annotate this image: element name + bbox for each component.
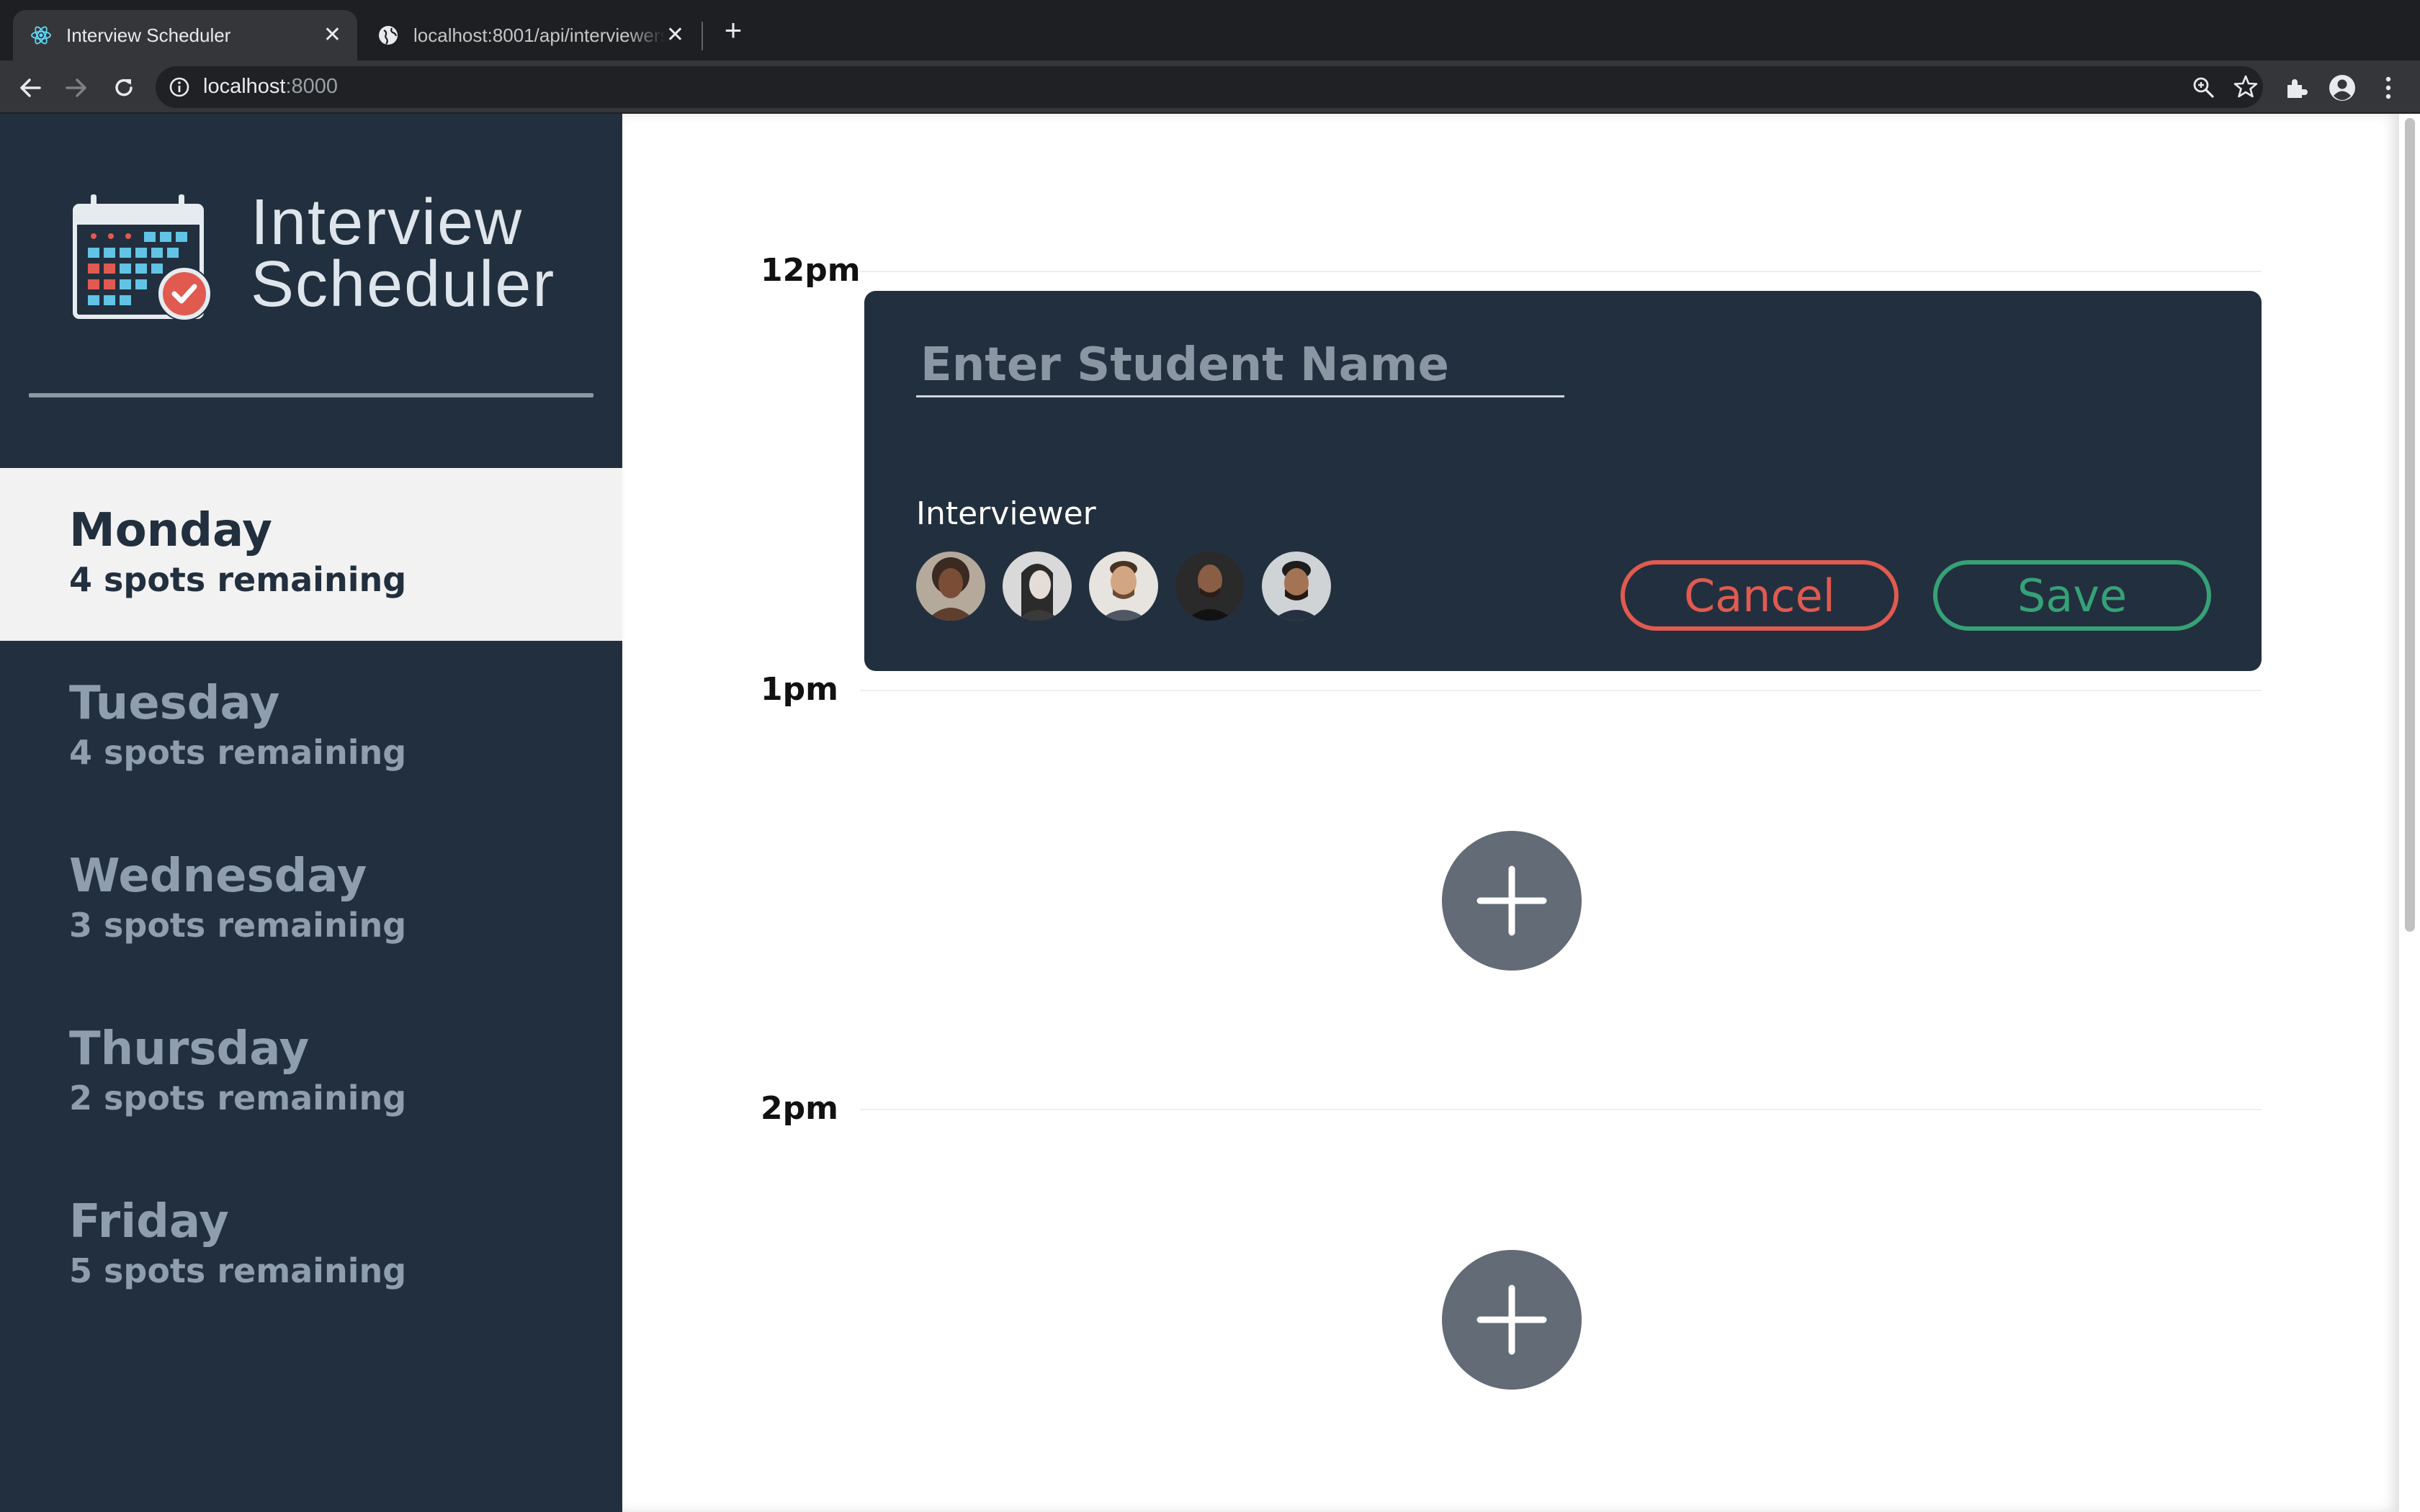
interviewer-list bbox=[916, 552, 1331, 621]
schedule: 12pm Interviewer bbox=[622, 114, 2398, 1512]
interviewer-avatar[interactable] bbox=[1089, 552, 1158, 621]
interviewer-avatar[interactable] bbox=[1003, 552, 1072, 621]
student-name-input[interactable] bbox=[916, 334, 1564, 397]
react-favicon-icon bbox=[30, 24, 52, 46]
day-name: Thursday bbox=[69, 1022, 310, 1076]
browser-toolbar: localhost:8000 bbox=[0, 60, 2420, 114]
tab-title: Interview Scheduler bbox=[66, 24, 231, 46]
sidebar-item-monday[interactable]: Monday 4 spots remaining bbox=[0, 468, 622, 641]
day-spots: 4 spots remaining bbox=[69, 733, 407, 772]
address-bar[interactable]: localhost:8000 bbox=[156, 66, 2263, 108]
interviewer-avatar[interactable] bbox=[1175, 552, 1245, 621]
slot-time: 12pm bbox=[761, 252, 861, 289]
url-port: :8000 bbox=[285, 75, 339, 98]
appointment-form: Interviewer bbox=[864, 291, 2262, 671]
globe-icon bbox=[377, 24, 399, 46]
add-appointment-button[interactable] bbox=[1442, 831, 1582, 971]
day-name: Wednesday bbox=[69, 850, 367, 903]
close-tab-icon[interactable]: ✕ bbox=[323, 24, 341, 46]
day-spots: 2 spots remaining bbox=[69, 1079, 407, 1117]
app-root: Interview Scheduler Monday 4 spots remai… bbox=[0, 114, 2420, 1512]
sidebar-item-thursday[interactable]: Thursday 2 spots remaining bbox=[0, 986, 622, 1159]
extensions-icon[interactable] bbox=[2282, 73, 2311, 102]
tab-api-interviewers[interactable]: localhost:8001/api/interviewers ✕ bbox=[360, 10, 700, 60]
interviewer-label: Interviewer bbox=[916, 495, 1096, 532]
day-list: Monday 4 spots remaining Tuesday 4 spots… bbox=[0, 468, 622, 1332]
day-spots: 3 spots remaining bbox=[69, 906, 407, 945]
plus-icon bbox=[1476, 1284, 1547, 1355]
cancel-button[interactable]: Cancel bbox=[1621, 560, 1899, 631]
site-info-icon[interactable] bbox=[169, 76, 190, 98]
page-scrollbar[interactable] bbox=[2398, 114, 2420, 1512]
brand-line-1: Interview bbox=[251, 186, 524, 258]
sidebar-item-tuesday[interactable]: Tuesday 4 spots remaining bbox=[0, 641, 622, 814]
interviewer-avatar[interactable] bbox=[1262, 552, 1331, 621]
sidebar-item-friday[interactable]: Friday 5 spots remaining bbox=[0, 1159, 622, 1332]
add-appointment-button[interactable] bbox=[1442, 1250, 1582, 1390]
sidebar: Interview Scheduler Monday 4 spots remai… bbox=[0, 114, 622, 1512]
sidebar-item-wednesday[interactable]: Wednesday 3 spots remaining bbox=[0, 814, 622, 986]
plus-icon bbox=[1476, 865, 1547, 936]
url-host: localhost bbox=[203, 75, 286, 98]
day-spots: 4 spots remaining bbox=[69, 560, 407, 599]
day-name: Friday bbox=[69, 1195, 229, 1248]
close-tab-icon[interactable]: ✕ bbox=[666, 24, 684, 46]
zoom-icon[interactable] bbox=[2191, 75, 2215, 99]
slot-time: 1pm bbox=[761, 671, 838, 708]
calendar-logo-icon bbox=[73, 194, 212, 321]
back-button[interactable] bbox=[14, 72, 46, 104]
forward-button[interactable] bbox=[60, 72, 92, 104]
brand-line-2: Scheduler bbox=[251, 248, 556, 320]
day-name: Monday bbox=[69, 504, 272, 557]
new-tab-button[interactable]: + bbox=[719, 15, 748, 45]
tab-title: localhost:8001/api/interviewers bbox=[413, 24, 666, 46]
tab-interview-scheduler[interactable]: Interview Scheduler ✕ bbox=[13, 10, 357, 60]
slot-separator bbox=[860, 271, 2262, 272]
slot-time: 2pm bbox=[761, 1090, 838, 1127]
brand-title: Interview Scheduler bbox=[251, 186, 582, 320]
profile-avatar-icon[interactable] bbox=[2328, 73, 2357, 102]
save-button[interactable]: Save bbox=[1933, 560, 2211, 631]
reload-button[interactable] bbox=[108, 72, 140, 104]
slot-separator bbox=[860, 1109, 2262, 1110]
slot-separator bbox=[860, 690, 2262, 691]
interviewer-avatar[interactable] bbox=[916, 552, 985, 621]
browser-menu-icon[interactable] bbox=[2374, 73, 2403, 102]
day-name: Tuesday bbox=[69, 677, 280, 730]
bookmark-star-icon[interactable] bbox=[2233, 73, 2259, 99]
tab-separator bbox=[702, 22, 703, 50]
browser-tabstrip: Interview Scheduler ✕ localhost:8001/api… bbox=[0, 0, 2420, 60]
sidebar-divider bbox=[29, 393, 593, 397]
scrollbar-thumb[interactable] bbox=[2405, 118, 2415, 932]
day-spots: 5 spots remaining bbox=[69, 1251, 407, 1290]
url-text: localhost:8000 bbox=[203, 75, 338, 99]
